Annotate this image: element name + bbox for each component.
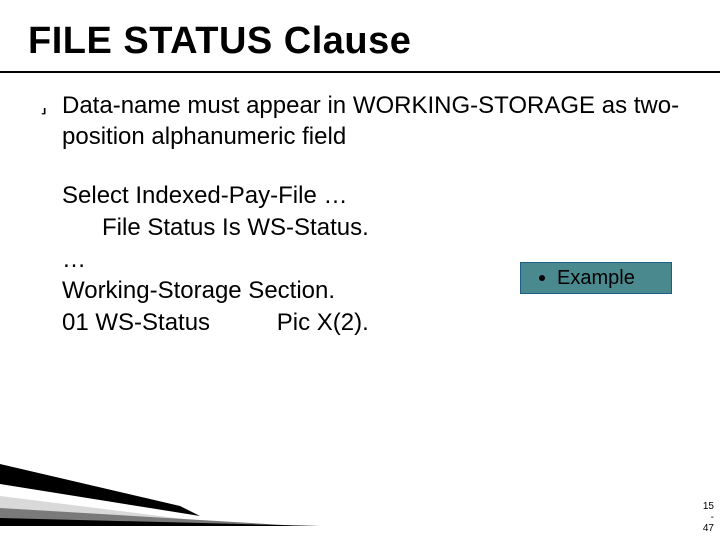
slide: FILE STATUS Clause ⸥ Data-name must appe…	[0, 0, 720, 540]
example-label: Example	[557, 267, 635, 290]
slide-body: ⸥ Data-name must appear in WORKING-STORA…	[0, 73, 720, 339]
example-callout: Example	[520, 262, 672, 294]
bullet-marker-icon: ⸥	[40, 91, 62, 121]
corner-decoration-icon	[0, 456, 320, 526]
code-example: Select Indexed-Pay-File … File Status Is…	[62, 180, 692, 338]
slide-title: FILE STATUS Clause	[0, 0, 720, 69]
bullet-item: ⸥ Data-name must appear in WORKING-STORA…	[40, 91, 692, 152]
page-number: 15 - 47	[703, 501, 714, 534]
page-num-value: 47	[703, 523, 714, 534]
bullet-dot-icon	[539, 275, 545, 281]
page-sep: -	[711, 512, 714, 523]
bullet-text: Data-name must appear in WORKING-STORAGE…	[62, 91, 692, 152]
page-chapter: 15	[703, 501, 714, 512]
